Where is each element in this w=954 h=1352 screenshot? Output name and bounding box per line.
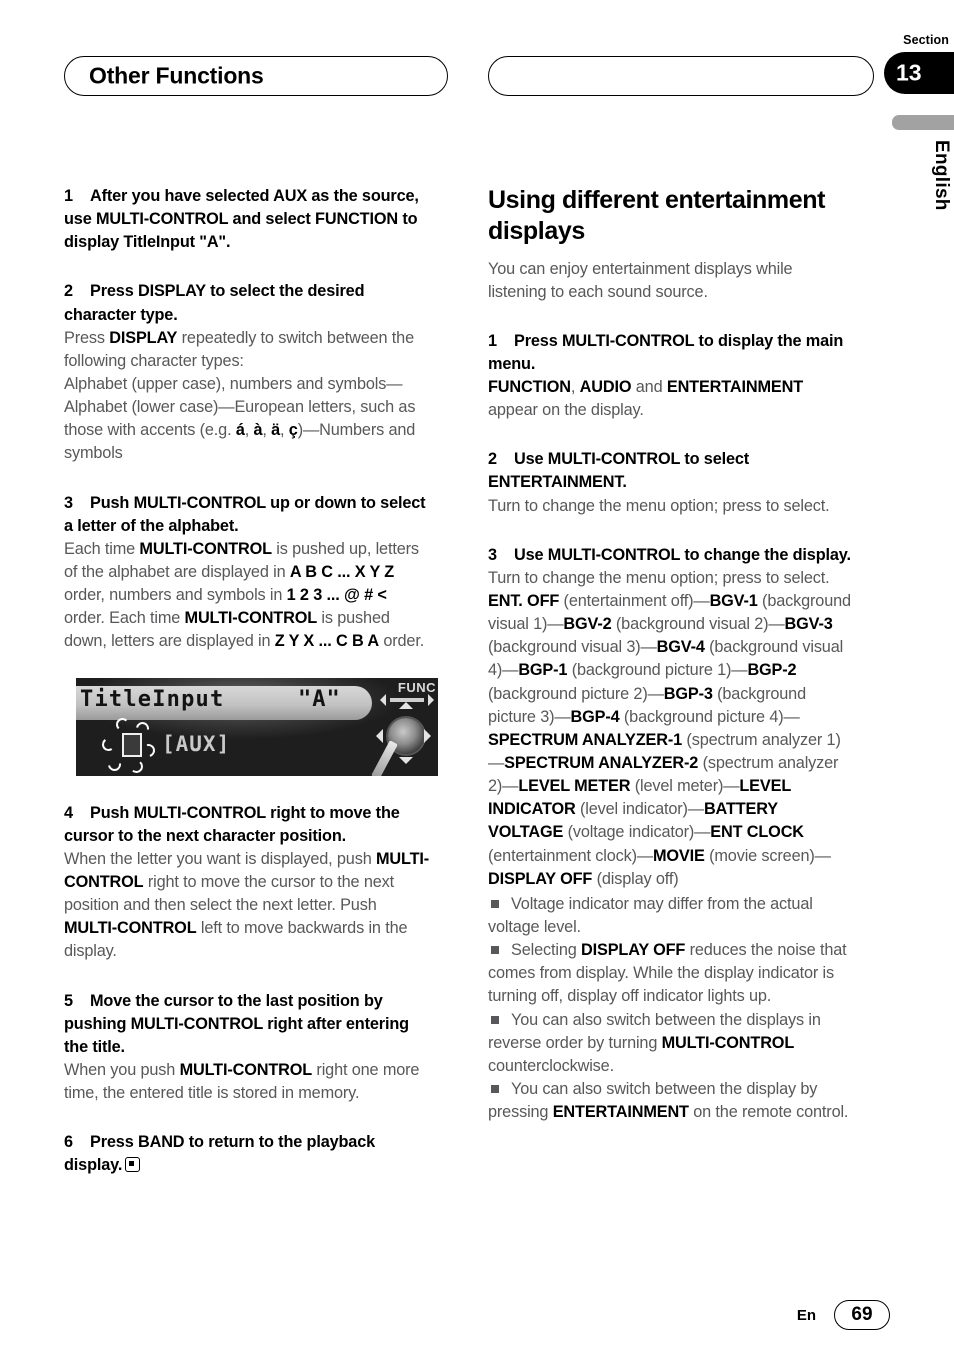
- bullet-square-icon: [491, 1085, 499, 1093]
- right-step-1-body: FUNCTION, AUDIO and ENTERTAINMENT appear…: [488, 378, 803, 420]
- note-item: Selecting DISPLAY OFF reduces the noise …: [488, 939, 854, 1008]
- right-step-3-number: 3: [488, 545, 497, 564]
- joystick-up-arrow-icon: [399, 701, 413, 709]
- left-step-4-text: Push MULTI-CONTROL right to move the cur…: [64, 803, 400, 845]
- footer-page-number: 69: [834, 1300, 890, 1330]
- right-step-1-text: Press MULTI-CONTROL to display the main …: [488, 331, 844, 373]
- section-intro: You can enjoy entertainment displays whi…: [488, 259, 793, 301]
- left-step-1-text: After you have selected AUX as the sourc…: [64, 187, 419, 252]
- left-step-1-heading: 1 After you have selected AUX as the sour…: [64, 185, 430, 254]
- display-source-text: [AUX]: [162, 731, 231, 756]
- section-heading: Using different entertainment displays: [488, 186, 826, 246]
- left-step-2-number: 2: [64, 282, 73, 301]
- left-step-5-heading: 5 Move the cursor to the last position by…: [64, 990, 430, 1059]
- left-step-3-body: Each time MULTI-CONTROL is pushed up, le…: [64, 539, 425, 651]
- bezel-highlight: [371, 739, 398, 776]
- right-step-2-body: Turn to change the menu option; press to…: [488, 496, 830, 515]
- footer-language-code: En: [796, 1306, 816, 1324]
- left-step-3-number: 3: [64, 493, 73, 512]
- note-text: Selecting DISPLAY OFF reduces the noise …: [488, 941, 847, 1006]
- note-item: You can also switch between the display …: [488, 1078, 854, 1124]
- language-tab-bar: [892, 115, 954, 130]
- page-title: Other Functions: [89, 62, 264, 89]
- joystick-left-arrow-icon: [376, 728, 383, 743]
- entertainment-display-modes-list: ENT. OFF (entertainment off)—BGV-1 (back…: [488, 592, 851, 888]
- note-text: Voltage indicator may differ from the ac…: [488, 894, 813, 937]
- bullet-square-icon: [491, 899, 499, 908]
- right-step-2-text: Use MULTI-CONTROL to select ENTERTAINMEN…: [488, 450, 750, 492]
- left-step-1-number: 1: [64, 187, 73, 205]
- note-item: You can also switch between the displays…: [488, 1009, 854, 1078]
- note-text: You can also switch between the displays…: [488, 1010, 821, 1075]
- multi-control-joystick-icon: FUNC: [371, 678, 438, 776]
- left-step-2-body: Press DISPLAY repeatedly to switch betwe…: [64, 328, 416, 463]
- right-step-2-heading: 2 Use MULTI-CONTROL to select ENTERTAINME…: [488, 448, 854, 494]
- left-step-2-heading: 2 Press DISPLAY to select the desired cha…: [64, 280, 430, 326]
- stereo-display-photo: TitleInput "A" [AUX] FUNC: [76, 677, 438, 776]
- left-step-4-body: When the letter you want is displayed, p…: [64, 849, 430, 961]
- left-column: 1 After you have selected AUX as the sour…: [64, 185, 438, 1178]
- section-tab: 13: [884, 52, 954, 94]
- page-footer: En 69: [797, 1300, 890, 1330]
- language-tab-label: English: [931, 140, 952, 211]
- left-step-2-text: Press DISPLAY to select the desired char…: [64, 282, 365, 324]
- section-label: Section: [903, 33, 949, 47]
- header-right-pill: [488, 56, 874, 96]
- page-header: Other Functions Section 13: [0, 33, 954, 100]
- right-column: Using different entertainment displays Y…: [488, 185, 854, 1124]
- bullet-square-icon: [491, 946, 499, 955]
- display-func-label: FUNC: [397, 679, 436, 695]
- note-item: Voltage indicator may differ from the ac…: [488, 893, 854, 939]
- note-text: You can also switch between the display …: [488, 1080, 849, 1122]
- left-step-5-text: Move the cursor to the last position by …: [64, 991, 409, 1056]
- right-step-2-number: 2: [488, 450, 497, 469]
- left-step-4-number: 4: [64, 803, 73, 822]
- left-step-6-text: Press BAND to return to the playback dis…: [64, 1133, 376, 1175]
- right-step-3-heading: 3 Use MULTI-CONTROL to change the display…: [488, 544, 854, 567]
- display-character-text: "A": [298, 686, 341, 712]
- left-step-5-number: 5: [64, 991, 73, 1010]
- right-step-3-text: Use MULTI-CONTROL to change the display.: [514, 545, 851, 564]
- right-step-1-heading: 1 Press MULTI-CONTROL to display the main…: [488, 330, 854, 376]
- right-step-1-number: 1: [488, 331, 497, 350]
- left-step-5-body: When you push MULTI-CONTROL right one mo…: [64, 1060, 420, 1103]
- section-number: 13: [896, 59, 922, 86]
- left-step-6-heading: 6 Press BAND to return to the playback di…: [64, 1131, 430, 1177]
- left-step-4-heading: 4 Push MULTI-CONTROL right to move the cu…: [64, 802, 430, 848]
- end-of-procedure-icon: [125, 1157, 141, 1173]
- right-step-3-body: Turn to change the menu option; press to…: [488, 568, 830, 587]
- display-title-text: TitleInput: [80, 686, 225, 712]
- chapter-title-pill: Other Functions: [64, 56, 448, 96]
- left-step-3-heading: 3 Push MULTI-CONTROL up or down to select…: [64, 492, 430, 538]
- joystick-down-arrow-icon: [399, 756, 413, 764]
- joystick-right-arrow-icon: [424, 728, 431, 743]
- left-step-3-text: Push MULTI-CONTROL up or down to select …: [64, 493, 426, 535]
- left-step-6-number: 6: [64, 1133, 73, 1152]
- display-blink-indicator: [100, 717, 164, 774]
- bullet-square-icon: [491, 1015, 499, 1024]
